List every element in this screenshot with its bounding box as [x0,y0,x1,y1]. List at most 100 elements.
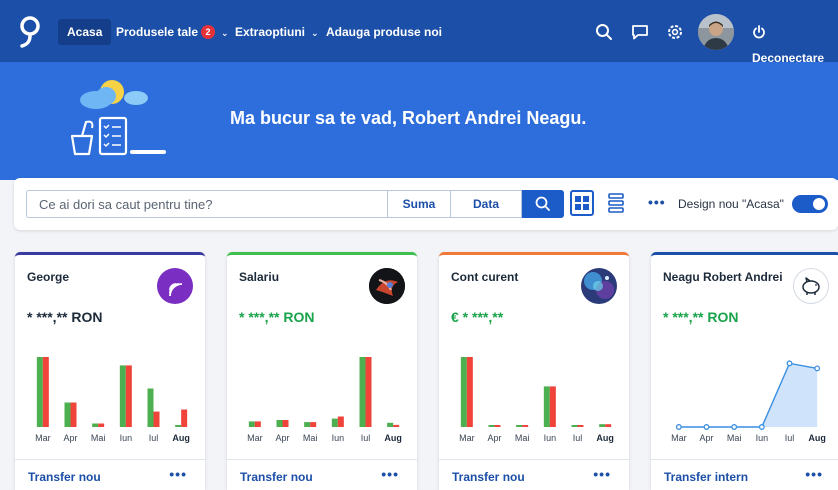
x-tick-label: Iun [544,433,557,443]
x-tick-label: Mai [515,433,530,443]
chart-bar [337,416,344,427]
monthly-area-chart[interactable]: Mar Apr Mai Iun Iul Aug [659,347,837,449]
chart-bar [125,365,132,427]
card-more-icon[interactable]: ••• [805,466,823,482]
x-tick-label: Iun [756,433,769,443]
search-input[interactable] [26,190,402,218]
chart-bar [181,409,188,427]
grid-view-button[interactable] [570,190,594,216]
chart-point [731,424,738,430]
account-name: Cont curent [451,270,519,284]
monthly-bar-chart[interactable]: Mar Apr Mai Iun Iul Aug [235,347,413,449]
nav-home[interactable]: Acasa [58,19,112,45]
user-avatar[interactable] [698,14,734,50]
chart-bar [175,425,182,427]
chart-bar [522,425,529,427]
nav-extras-label: Extraoptiuni [235,25,306,39]
x-tick-label: Mar [459,433,475,443]
chart-bar [571,425,578,427]
chart-bar [153,411,160,427]
x-tick-label: Mar [35,433,51,443]
x-tick-label: Mar [247,433,263,443]
chart-bar [331,418,338,427]
nav-extras[interactable]: Extraoptiuni ⌄ [235,19,319,45]
account-card-savings[interactable]: Neagu Robert Andrei * ***,** RON Mar Apr M… [651,252,838,490]
search-button[interactable] [522,190,564,218]
piggy-bank-icon [793,268,829,304]
card-more-icon[interactable]: ••• [169,466,187,482]
chart-bar [605,424,612,427]
more-options-icon[interactable]: ••• [648,194,666,210]
x-tick-label: Iun [332,433,345,443]
chart-bar [543,386,550,427]
transfer-link[interactable]: Transfer nou [240,470,313,484]
abstract-art-icon [369,268,405,304]
notification-badge: 2 [201,25,216,39]
card-more-icon[interactable]: ••• [381,466,399,482]
chart-bar [466,357,473,427]
grid-view-icon [575,196,589,210]
list-view-button[interactable] [604,190,628,216]
card-more-icon[interactable]: ••• [593,466,611,482]
chart-bar [248,421,255,427]
chart-bar [42,357,49,427]
x-tick-label: Iun [120,433,133,443]
sort-by-date-button[interactable]: Data [451,190,522,218]
card-footer: Transfer nou ••• [439,459,629,490]
chart-bar [70,402,77,427]
search-icon[interactable] [594,22,614,42]
chart-point [814,365,821,372]
transfer-link[interactable]: Transfer nou [28,470,101,484]
logout-button[interactable]: Deconectare [752,19,838,65]
account-card-cont-curent[interactable]: Cont curent € * ***,** Mar Apr Mai Iun Iul Au… [439,252,629,490]
chart-bar [310,422,317,427]
account-balance: * ***,** RON [27,309,103,325]
sort-by-amount-label: Suma [402,197,436,211]
new-design-toggle[interactable] [792,195,828,213]
account-card-george[interactable]: George * ***,** RON Mar Apr Mai Iun Iul Aug T… [15,252,205,490]
x-tick-label: Iul [785,433,795,443]
chart-bar [393,424,400,427]
chart-bar [254,421,261,427]
chart-bar [599,424,606,427]
messages-icon[interactable] [630,22,650,42]
account-name: Neagu Robert Andrei [663,270,783,284]
nav-products[interactable]: Produsele tale 2 ⌄ [116,19,229,45]
account-balance: * ***,** RON [663,309,739,325]
chevron-down-icon: ⌄ [311,28,319,38]
chart-point [675,424,682,430]
x-tick-label: Aug [172,433,190,443]
nav-add-products[interactable]: Adauga produse noi [326,19,442,45]
nfc-waves-icon [169,283,183,297]
nav-home-label: Acasa [67,25,103,39]
card-footer: Transfer nou ••• [15,459,205,490]
galaxy-art-icon [581,268,617,304]
account-card-salariu[interactable]: Salariu * ***,** RON Mar Apr Mai Iun Iul Aug … [227,252,417,490]
monthly-bar-chart[interactable]: Mar Apr Mai Iun Iul Aug [23,347,201,449]
settings-gear-icon[interactable] [665,22,685,42]
x-tick-label: Iul [149,433,159,443]
chart-bar [64,402,71,427]
card-footer: Transfer intern ••• [651,459,838,490]
welcome-greeting: Ma bucur sa te vad, Robert Andrei Neagu. [230,108,587,128]
x-tick-label: Aug [596,433,614,443]
chart-bar [98,423,105,427]
x-tick-label: Aug [384,433,402,443]
chart-bar [276,420,283,427]
transfer-link[interactable]: Transfer intern [664,470,748,484]
monthly-bar-chart[interactable]: Mar Apr Mai Iun Iul Aug [447,347,625,449]
chart-bar [282,420,289,427]
x-tick-label: Mai [727,433,742,443]
sort-by-amount-button[interactable]: Suma [387,190,451,218]
chart-bar [304,422,311,427]
bank-logo-icon[interactable] [16,14,44,48]
card-footer: Transfer nou ••• [227,459,417,490]
account-balance: € * ***,** [451,309,504,325]
x-tick-label: Mai [303,433,318,443]
account-balance: * ***,** RON [239,309,315,325]
x-tick-label: Apr [63,433,77,443]
chart-bar [36,357,43,427]
chart-point [786,360,793,367]
transfer-link[interactable]: Transfer nou [452,470,525,484]
nfc-icon [157,268,193,304]
